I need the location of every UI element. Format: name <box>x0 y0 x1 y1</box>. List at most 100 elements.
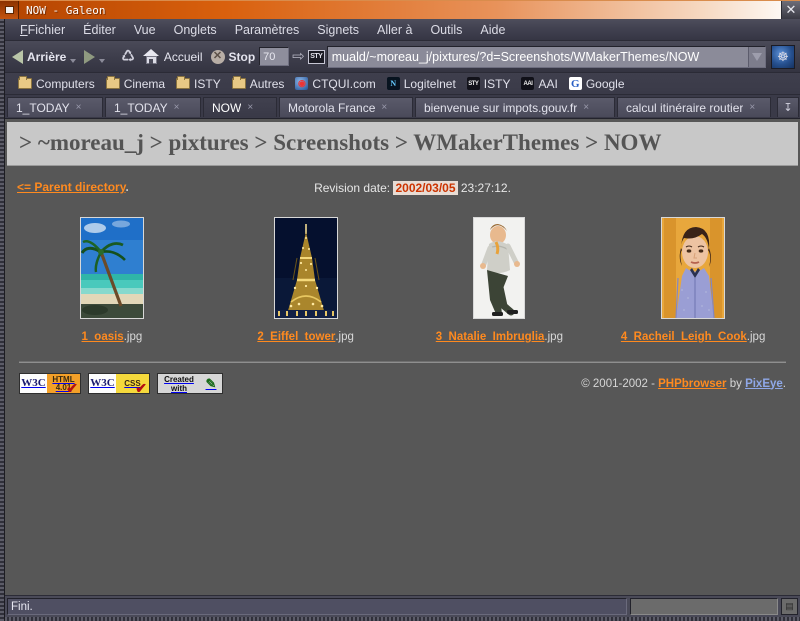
tab-close-icon[interactable]: × <box>174 102 180 113</box>
security-lock-glyph: ▤ <box>785 601 794 611</box>
forward-history-chevron-icon[interactable] <box>99 58 106 63</box>
title-bar: NOW - Galeon ✕ <box>0 0 800 19</box>
menu-editer[interactable]: Éditer <box>74 21 125 39</box>
bookmark-logitelnet[interactable]: N Logitelnet <box>382 76 461 92</box>
bookmark-isty[interactable]: STY ISTY <box>462 76 516 92</box>
thumbnail-name-2-eiffel-tower[interactable]: 2_Eiffel_tower <box>257 331 335 343</box>
tab-now[interactable]: NOW × <box>203 97 277 117</box>
thumbnail-image-2-eiffel-tower <box>274 218 337 318</box>
menu-outils[interactable]: Outils <box>421 21 471 39</box>
menu-signets[interactable]: Signets <box>308 21 368 39</box>
menu-fichier-label: Fichier <box>27 22 66 37</box>
location-bar[interactable]: muald/~moreau_j/pixtures/?d=Screenshots/… <box>326 45 766 68</box>
forward-button[interactable] <box>80 44 109 70</box>
thumbnail-cell: 4_Racheil_Leigh_Cook.jpg <box>596 217 790 343</box>
bookmark-label: AAI <box>538 76 558 91</box>
w3c-css-badge[interactable]: W3C CSS ✔ <box>88 373 150 394</box>
tab-close-icon[interactable]: × <box>76 102 82 113</box>
close-window-button[interactable]: ✕ <box>781 1 800 19</box>
window-menu-button[interactable] <box>0 1 19 19</box>
bookmark-label: Computers <box>36 76 95 91</box>
parent-directory-link[interactable]: <= Parent directory <box>17 180 126 194</box>
bookmark-google[interactable]: G Google <box>564 76 630 92</box>
copyright-line: © 2001-2002 - PHPbrowser by PixEye. <box>581 378 786 390</box>
bookmark-isty-folder[interactable]: ISTY <box>171 76 226 92</box>
thumbnail-caption: 3_Natalie_Imbruglia.jpg <box>403 331 597 343</box>
tab-close-icon[interactable]: × <box>247 102 253 113</box>
security-lock-icon[interactable]: ▤ <box>781 598 798 615</box>
window-menu-icon <box>4 6 14 14</box>
bookmark-computers[interactable]: Computers <box>13 76 100 92</box>
zoom-input[interactable]: 70 <box>259 47 290 66</box>
thumbnail-cell: 2_Eiffel_tower.jpg <box>209 217 403 343</box>
menu-fichier[interactable]: FFichier <box>11 21 74 39</box>
vim-icon: ✎ <box>200 374 222 393</box>
window-title: NOW - Galeon <box>26 3 106 17</box>
tab-close-icon[interactable]: × <box>583 102 589 113</box>
revision-date-value: 2002/03/05 <box>393 181 458 195</box>
back-button[interactable]: Arrière <box>8 44 80 70</box>
checkmark-icon: ✔ <box>66 380 78 394</box>
tab-label: calcul itinéraire routier <box>626 100 744 115</box>
chevron-down-icon <box>752 52 762 61</box>
status-message: Fini. <box>7 598 627 615</box>
window-resize-handle-bottom[interactable] <box>5 617 800 621</box>
thumbnail-link-2-eiffel-tower[interactable] <box>273 217 338 319</box>
created-with-vim-badge[interactable]: Created with ✎ <box>157 373 223 394</box>
created-with-text: Created with <box>158 374 200 393</box>
tab-motorola-france[interactable]: Motorola France × <box>279 97 413 117</box>
tab-list-button[interactable]: ↧ <box>777 97 799 117</box>
page-footer: W3C HTML 4.01 ✔ W3C CSS ✔ Created with ✎… <box>5 373 800 394</box>
home-button[interactable]: Accueil <box>139 44 207 70</box>
bookmark-aai[interactable]: AAI AAI <box>516 76 562 92</box>
checkmark-icon: ✔ <box>135 380 147 394</box>
tab-close-icon[interactable]: × <box>381 102 387 113</box>
menu-vue[interactable]: Vue <box>125 21 165 39</box>
url-dropdown-button[interactable] <box>748 46 765 67</box>
stop-icon: ✕ <box>210 49 225 64</box>
bookmark-label: ISTY <box>483 76 511 91</box>
tab-calcul-itineraire-routier[interactable]: calcul itinéraire routier × <box>617 97 771 117</box>
zoom-value: 70 <box>263 50 276 63</box>
url-input[interactable]: muald/~moreau_j/pixtures/?d=Screenshots/… <box>328 50 748 64</box>
throbber-icon[interactable]: ☸ <box>771 44 795 69</box>
menu-aide[interactable]: Aide <box>471 21 514 39</box>
window-body: FFichier Éditer Vue Onglets Paramètres S… <box>0 19 800 621</box>
back-history-chevron-icon[interactable] <box>70 58 77 63</box>
folder-icon <box>231 76 246 89</box>
thumbnail-link-1-oasis[interactable] <box>79 217 144 319</box>
progress-bar <box>630 598 778 615</box>
status-bar: Fini. ▤ <box>5 595 800 617</box>
menu-aller-a[interactable]: Aller à <box>368 21 421 39</box>
thumbnail-link-3-natalie-imbruglia[interactable] <box>473 217 526 319</box>
bookmark-label: Google <box>585 76 625 91</box>
phpbrowser-link[interactable]: PHPbrowser <box>658 378 726 390</box>
ctqui-favicon: ◉ <box>295 77 309 90</box>
thumbnail-name-3-natalie-imbruglia[interactable]: 3_Natalie_Imbruglia <box>436 331 545 343</box>
copyright-suffix: . <box>782 377 786 390</box>
thumbnail-link-4-racheil-leigh-cook[interactable] <box>661 217 726 319</box>
reload-button[interactable]: ♺ <box>117 44 138 70</box>
w3c-html-badge[interactable]: W3C HTML 4.01 ✔ <box>19 373 81 394</box>
zoom-apply-arrow-icon[interactable]: ⇨ <box>292 49 305 64</box>
tab-1-today-b[interactable]: 1_TODAY × <box>105 97 201 117</box>
created-with-line2: with <box>171 383 187 393</box>
thumbnail-ext: .jpg <box>335 331 354 343</box>
bookmark-cinema[interactable]: Cinema <box>101 76 170 92</box>
thumbnail-image-3-natalie-imbruglia <box>474 218 525 318</box>
thumbnail-name-1-oasis[interactable]: 1_oasis <box>82 331 124 343</box>
pixeye-link[interactable]: PixEye <box>745 378 783 390</box>
thumbnail-name-4-racheil-leigh-cook[interactable]: 4_Racheil_Leigh_Cook <box>621 331 747 343</box>
bookmark-ctqui[interactable]: ◉ CTQUI.com <box>290 76 380 92</box>
w3c-logo-text: W3C <box>89 374 116 393</box>
tab-close-icon[interactable]: × <box>749 102 755 113</box>
menu-onglets[interactable]: Onglets <box>165 21 226 39</box>
tab-impots-gouv-fr[interactable]: bienvenue sur impots.gouv.fr × <box>415 97 615 117</box>
forward-arrow-icon <box>84 49 96 64</box>
stop-button[interactable]: ✕ Stop <box>207 44 260 70</box>
bookmark-autres[interactable]: Autres <box>227 76 290 92</box>
menu-parametres[interactable]: Paramètres <box>226 21 309 39</box>
tab-label: NOW <box>212 100 242 115</box>
tab-1-today-a[interactable]: 1_TODAY × <box>7 97 103 117</box>
thumbnail-grid: 1_oasis .jpg 2_Eiffel_tower.jpg 3_Natalie… <box>5 217 800 343</box>
